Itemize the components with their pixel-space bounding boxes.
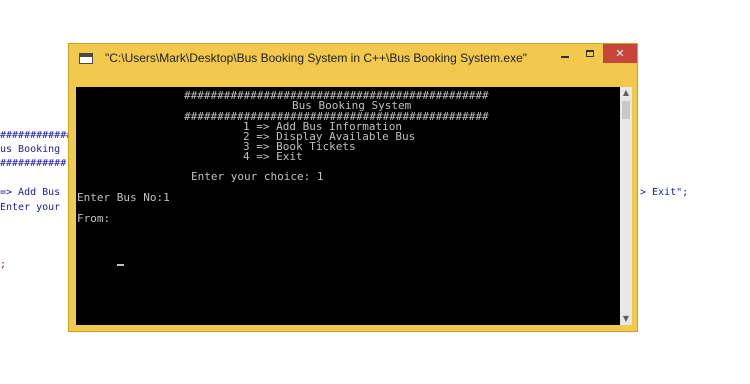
title-bar[interactable]: "C:\Users\Mark\Desktop\Bus Booking Syste… xyxy=(69,44,637,72)
console-app-icon[interactable] xyxy=(79,53,93,64)
maximize-button[interactable] xyxy=(578,44,602,63)
background-code-line: ########### xyxy=(0,158,67,169)
background-code-line: us Booking xyxy=(0,144,61,155)
vertical-scrollbar[interactable]: ▲ ▼ xyxy=(620,87,632,325)
console-output[interactable]: ########################################… xyxy=(76,87,620,325)
close-button[interactable]: ✕ xyxy=(603,44,637,63)
maximize-icon xyxy=(586,50,594,57)
console-choice-prompt: Enter your choice: 1 xyxy=(191,170,324,183)
background-code-line: Enter your xyxy=(0,202,61,213)
console-from-prompt: From: xyxy=(77,212,117,225)
window-title: "C:\Users\Mark\Desktop\Bus Booking Syste… xyxy=(105,51,528,65)
scroll-up-arrow-icon[interactable]: ▲ xyxy=(620,87,632,99)
console-window[interactable]: "C:\Users\Mark\Desktop\Bus Booking Syste… xyxy=(68,43,638,332)
close-icon: ✕ xyxy=(615,47,625,60)
scrollbar-thumb[interactable] xyxy=(622,101,630,119)
console-bus-no-prompt: Enter Bus No:1 xyxy=(77,191,170,204)
minimize-button[interactable] xyxy=(553,44,577,63)
background-code-fragment: > Exit"; xyxy=(640,187,689,198)
background-code-line: => Add Bus xyxy=(0,187,61,198)
console-menu-item: 4 => Exit xyxy=(243,150,303,163)
background-code-line: ; xyxy=(0,259,7,270)
scroll-down-arrow-icon[interactable]: ▼ xyxy=(620,313,632,325)
minimize-icon xyxy=(561,55,569,58)
background-code-line: ############ xyxy=(0,130,73,141)
text-cursor xyxy=(117,264,124,266)
